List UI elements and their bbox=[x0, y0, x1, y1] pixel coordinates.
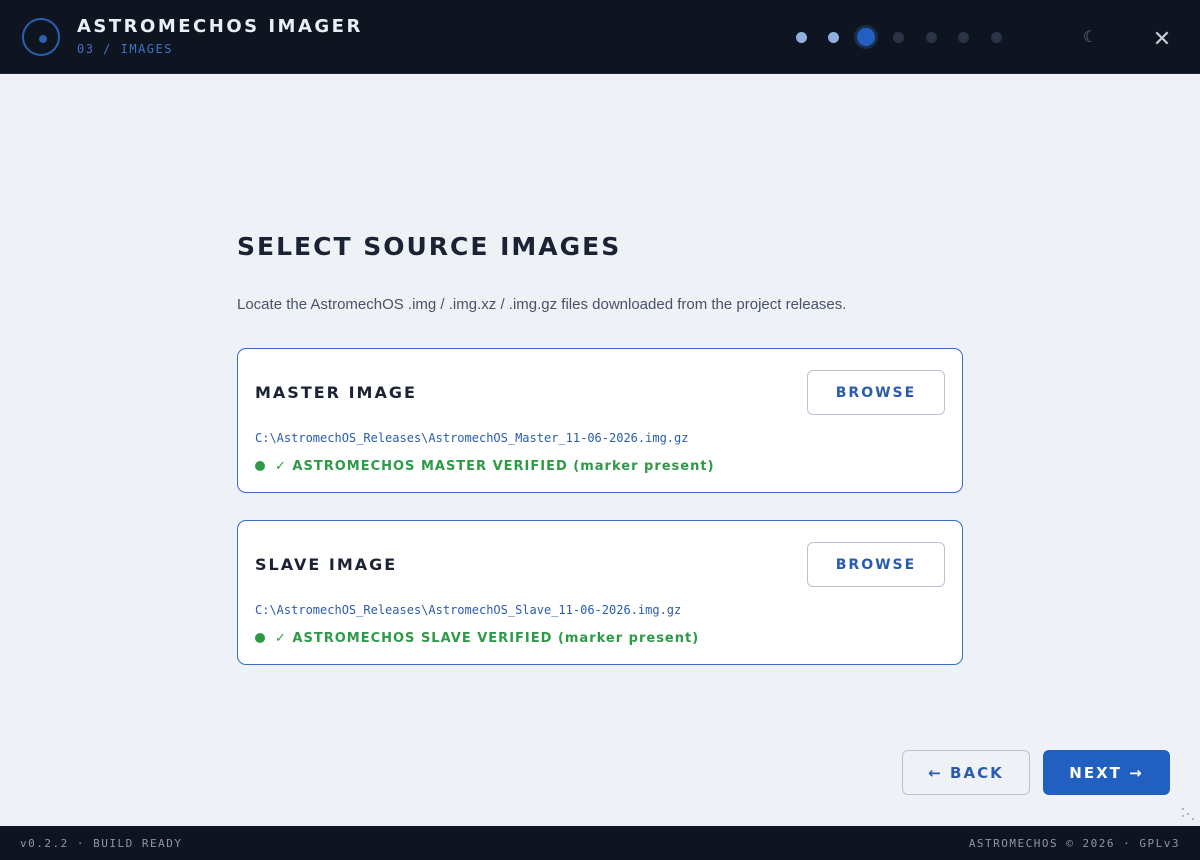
slave-image-path: C:\AstromechOS_Releases\AstromechOS_Slav… bbox=[255, 603, 682, 617]
step-dot-pending bbox=[893, 31, 904, 43]
browse-master-button[interactable]: BROWSE bbox=[807, 370, 945, 415]
status-dot-icon bbox=[255, 461, 265, 471]
step-dot-completed bbox=[795, 31, 807, 43]
step-dot-pending bbox=[925, 31, 937, 43]
status-dot-icon bbox=[255, 633, 265, 643]
master-image-card: MASTER IMAGE BROWSE C:\AstromechOS_Relea… bbox=[237, 348, 963, 493]
status-text: ✓ ASTROMECHOS SLAVE VERIFIED (marker pre… bbox=[275, 630, 700, 646]
step-dot-pending bbox=[990, 31, 1002, 43]
moon-icon[interactable]: ☾ bbox=[1080, 27, 1100, 47]
slave-image-card: SLAVE IMAGE BROWSE C:\AstromechOS_Releas… bbox=[237, 520, 963, 665]
step-indicator bbox=[795, 27, 1010, 47]
page-subtitle: Locate the AstromechOS .img / .img.xz / … bbox=[237, 296, 847, 313]
page-title: SELECT SOURCE IMAGES bbox=[237, 232, 622, 261]
master-status: ✓ ASTROMECHOS MASTER VERIFIED (marker pr… bbox=[255, 457, 715, 475]
title-bar: ASTROMECHOS IMAGER 03 / IMAGES ☾ ✕ bbox=[0, 0, 1200, 74]
step-label: 03 / IMAGES bbox=[77, 42, 173, 56]
card-title: SLAVE IMAGE bbox=[255, 555, 398, 574]
build-status: v0.2.2 · BUILD READY bbox=[20, 837, 183, 850]
card-title: MASTER IMAGE bbox=[255, 383, 417, 402]
target-ring-icon bbox=[22, 18, 60, 56]
next-button[interactable]: NEXT → bbox=[1043, 750, 1170, 795]
master-image-path: C:\AstromechOS_Releases\AstromechOS_Mast… bbox=[255, 431, 689, 445]
status-bar: v0.2.2 · BUILD READY ASTROMECHOS © 2026 … bbox=[0, 826, 1200, 860]
copyright: ASTROMECHOS © 2026 · GPLv3 bbox=[968, 837, 1180, 850]
logo-center-dot bbox=[39, 35, 47, 43]
status-text: ✓ ASTROMECHOS MASTER VERIFIED (marker pr… bbox=[275, 458, 715, 474]
browse-slave-button[interactable]: BROWSE bbox=[807, 542, 945, 587]
back-button[interactable]: ← BACK bbox=[902, 750, 1030, 795]
close-icon[interactable]: ✕ bbox=[1150, 28, 1174, 52]
step-dot-completed bbox=[828, 31, 839, 43]
slave-status: ✓ ASTROMECHOS SLAVE VERIFIED (marker pre… bbox=[255, 629, 699, 647]
app-title: ASTROMECHOS IMAGER bbox=[77, 16, 363, 37]
step-dot-current bbox=[857, 28, 875, 46]
resize-grip-icon[interactable] bbox=[1180, 806, 1196, 822]
step-dot-pending bbox=[958, 31, 969, 43]
